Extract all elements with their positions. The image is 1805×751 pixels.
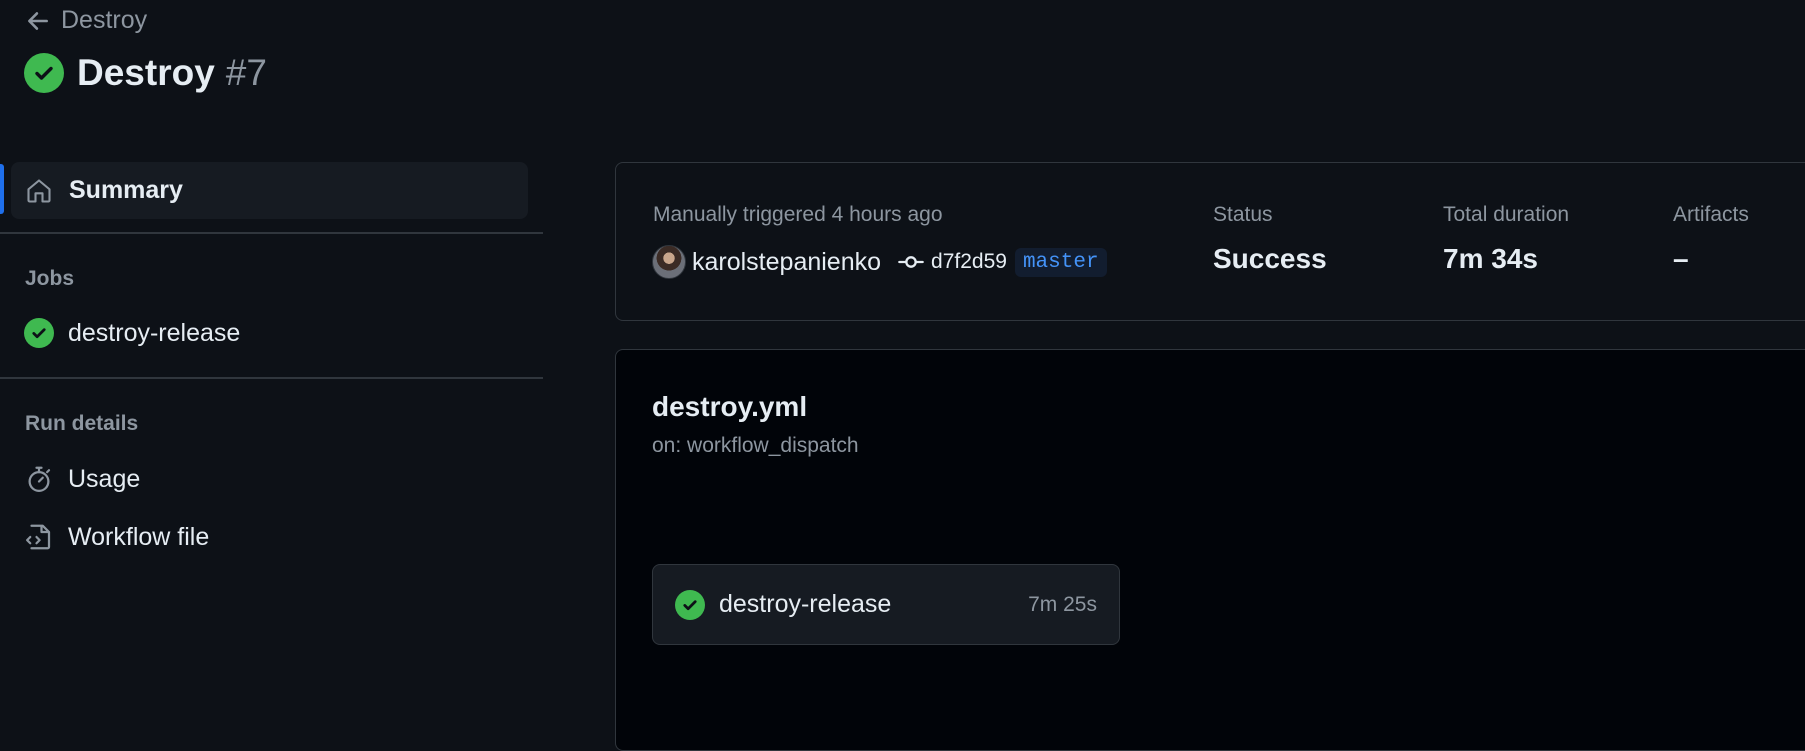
back-link[interactable]: Destroy <box>25 6 147 35</box>
success-check-icon <box>675 589 705 620</box>
sidebar-item-label: destroy-release <box>68 318 241 347</box>
duration-value: 7m 34s <box>1443 243 1538 274</box>
stopwatch-icon <box>28 466 51 492</box>
sidebar-item-usage[interactable]: Usage <box>24 464 140 494</box>
artifacts-label: Artifacts <box>1673 203 1749 226</box>
actor-link[interactable]: karolstepanienko <box>692 248 881 277</box>
artifacts-value: – <box>1673 243 1689 274</box>
active-indicator <box>0 164 4 214</box>
success-check-icon <box>24 318 54 348</box>
sidebar-item-workflow-file[interactable]: Workflow file <box>24 522 209 552</box>
run-number: #7 <box>225 52 267 93</box>
sidebar-divider <box>0 377 543 379</box>
duration-label: Total duration <box>1443 203 1570 226</box>
page-title: Destroy #7 <box>24 52 267 94</box>
trigger-text: Manually triggered 4 hours ago <box>653 203 943 226</box>
workflow-graph-card: destroy.yml on: workflow_dispatch destro… <box>615 349 1805 751</box>
sidebar-item-summary[interactable]: Summary <box>11 162 528 219</box>
job-name: destroy-release <box>719 590 892 618</box>
jobs-heading: Jobs <box>25 267 75 290</box>
branch-badge[interactable]: master <box>1014 247 1107 277</box>
run-summary-card: Manually triggered 4 hours ago karolstep… <box>615 162 1805 321</box>
sidebar-divider <box>0 232 543 234</box>
workflow-title: Destroy <box>77 52 215 93</box>
file-code-icon <box>26 524 51 550</box>
status-value: Success <box>1213 243 1327 274</box>
sidebar-item-label: Usage <box>68 464 141 493</box>
avatar[interactable] <box>652 245 686 279</box>
workflow-file-name: destroy.yml <box>652 391 808 422</box>
arrow-left-icon <box>28 11 48 30</box>
home-icon <box>27 178 51 203</box>
actor-row: karolstepanienko d7f2d59 master <box>652 245 1107 279</box>
success-check-icon <box>24 53 64 93</box>
sidebar-item-label: Workflow file <box>68 522 210 551</box>
status-label: Status <box>1213 203 1273 226</box>
back-link-label: Destroy <box>61 6 148 34</box>
git-commit-icon <box>898 256 924 268</box>
sidebar-item-label: Summary <box>69 176 183 204</box>
run-details-heading: Run details <box>25 412 139 435</box>
sidebar-item-destroy-release[interactable]: destroy-release <box>24 318 240 348</box>
job-duration: 7m 25s <box>1028 592 1097 616</box>
workflow-trigger: on: workflow_dispatch <box>652 434 859 457</box>
commit-link[interactable]: d7f2d59 <box>931 250 1007 274</box>
job-node-destroy-release[interactable]: destroy-release 7m 25s <box>652 564 1120 645</box>
